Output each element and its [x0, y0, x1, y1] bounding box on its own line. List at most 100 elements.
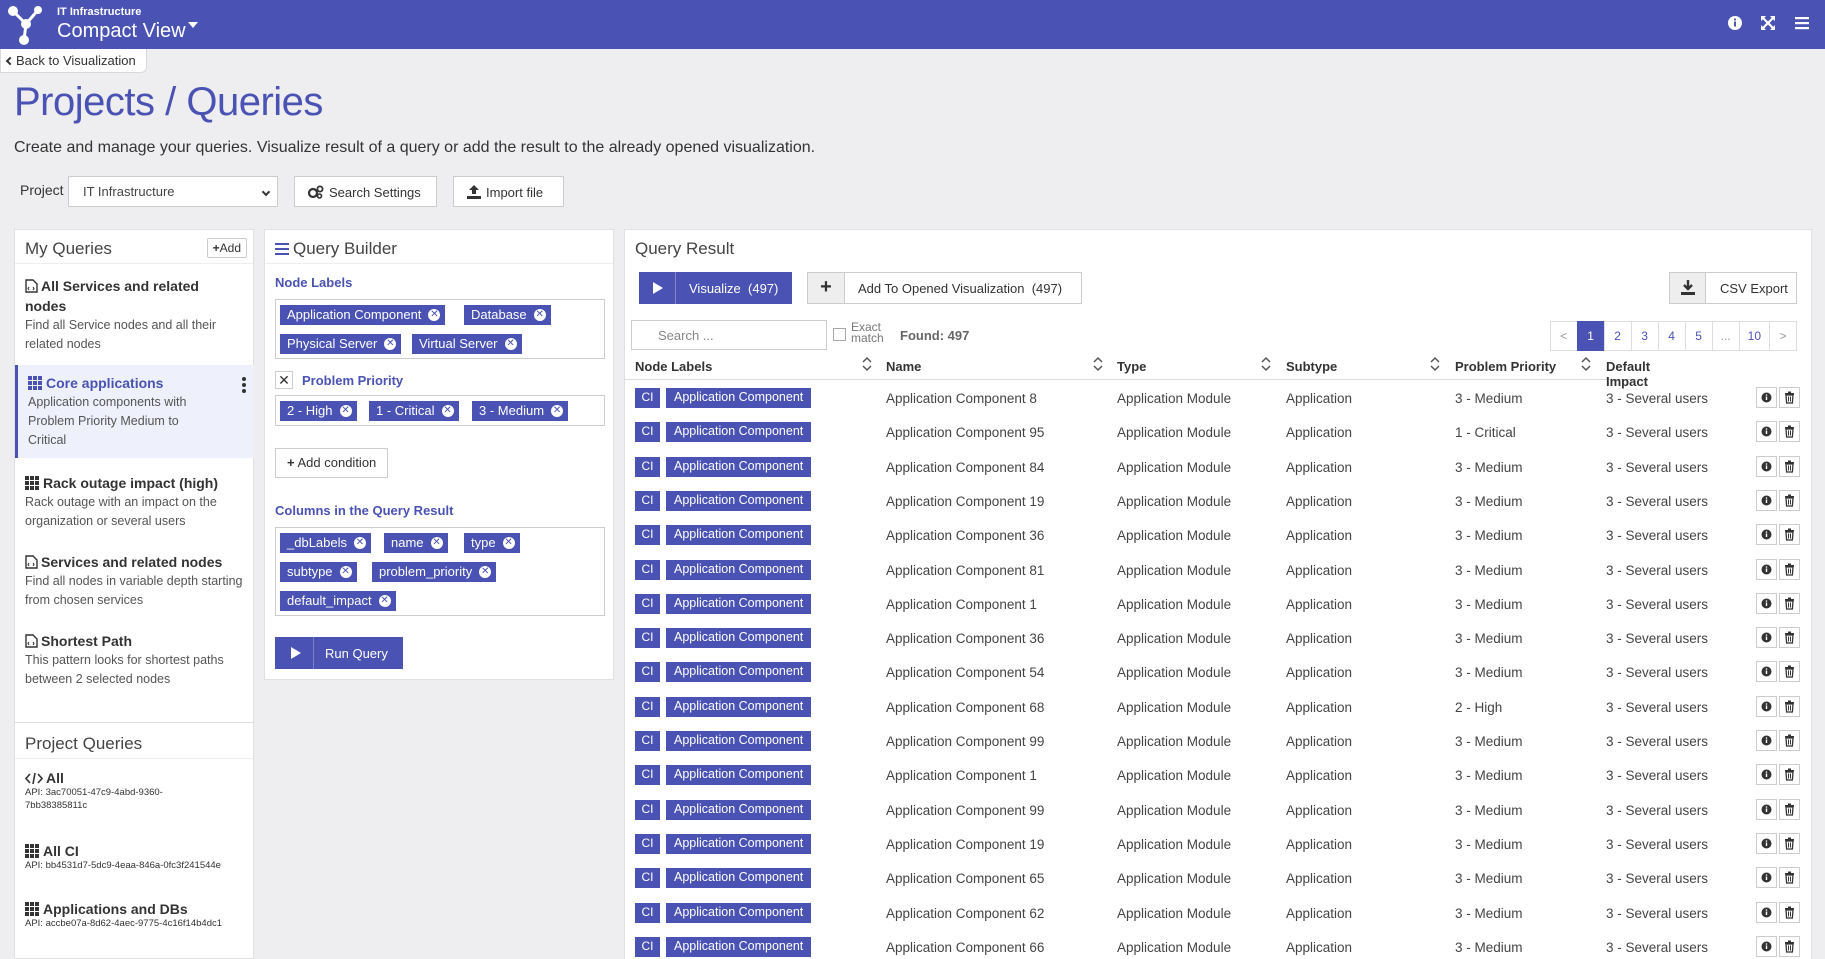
remove-tag-icon[interactable]: ✕ — [430, 537, 443, 549]
visualize-button[interactable]: Visualize (497) — [639, 272, 792, 304]
menu-icon[interactable] — [1791, 12, 1813, 34]
node-label-tag[interactable]: Physical Server ✕ — [280, 334, 402, 354]
table-row[interactable]: CI Application Component Application Compo… — [625, 724, 1800, 758]
sort-icon[interactable] — [1580, 356, 1592, 372]
remove-tag-icon[interactable]: ✕ — [502, 537, 515, 549]
row-delete-button[interactable] — [1779, 524, 1800, 545]
remove-tag-icon[interactable]: ✕ — [504, 338, 517, 350]
table-row[interactable]: CI Application Component Application Compo… — [625, 930, 1800, 959]
remove-tag-icon[interactable]: ✕ — [354, 537, 366, 549]
table-row[interactable]: CI Application Component Application Compo… — [625, 655, 1800, 689]
table-row[interactable]: CI Application Component Application Compo… — [625, 587, 1800, 621]
table-row[interactable]: CI Application Component Application Compo… — [625, 450, 1800, 484]
expand-icon[interactable] — [1757, 12, 1779, 34]
query-item-rack-outage[interactable]: Rack outage impact (high) Rack outage wi… — [15, 473, 254, 531]
row-info-button[interactable] — [1756, 387, 1777, 408]
column-header-subtype[interactable]: Subtype — [1286, 359, 1337, 374]
row-info-button[interactable] — [1756, 421, 1777, 442]
sort-icon[interactable] — [1092, 356, 1104, 372]
row-delete-button[interactable] — [1779, 490, 1800, 511]
more-options-icon[interactable] — [242, 377, 246, 395]
pager-page[interactable]: 2 — [1603, 321, 1632, 351]
info-icon[interactable] — [1724, 12, 1746, 34]
column-header-node-labels[interactable]: Node Labels — [635, 359, 712, 374]
condition-value-tag[interactable]: 1 - Critical ✕ — [369, 401, 459, 421]
table-row[interactable]: CI Application Component Application Compo… — [625, 896, 1800, 930]
pager-page[interactable]: 10 — [1738, 321, 1770, 351]
row-delete-button[interactable] — [1779, 661, 1800, 682]
column-tag[interactable]: _dbLabels ✕ — [280, 533, 371, 553]
row-delete-button[interactable] — [1779, 936, 1800, 957]
pager-page[interactable]: 3 — [1630, 321, 1659, 351]
row-delete-button[interactable] — [1779, 833, 1800, 854]
column-tag[interactable]: default_impact ✕ — [280, 591, 396, 611]
table-row[interactable]: CI Application Component Application Compo… — [625, 690, 1800, 724]
row-info-button[interactable] — [1756, 559, 1777, 580]
result-search-input[interactable] — [631, 320, 827, 350]
pager-page[interactable]: 4 — [1657, 321, 1686, 351]
row-delete-button[interactable] — [1779, 867, 1800, 888]
row-info-button[interactable] — [1756, 627, 1777, 648]
pager-next[interactable]: > — [1769, 321, 1797, 351]
query-item-services-related[interactable]: Services and related nodes Find all node… — [15, 552, 254, 610]
sort-icon[interactable] — [861, 356, 873, 372]
column-tag[interactable]: name ✕ — [384, 533, 448, 553]
column-header-type[interactable]: Type — [1117, 359, 1146, 374]
row-delete-button[interactable] — [1779, 902, 1800, 923]
query-item-shortest-path[interactable]: Shortest Path This pattern looks for sho… — [15, 631, 254, 689]
project-query-applications-dbs[interactable]: Applications and DBs API: accbe07a-8d62-… — [25, 901, 250, 930]
condition-value-tag[interactable]: 2 - High ✕ — [280, 401, 357, 421]
row-delete-button[interactable] — [1779, 764, 1800, 785]
remove-tag-icon[interactable]: ✕ — [339, 405, 352, 417]
project-select[interactable]: IT Infrastructure — [68, 176, 278, 207]
query-item-core-applications[interactable]: Core applications Application components… — [15, 365, 254, 458]
table-row[interactable]: CI Application Component Application Compo… — [625, 793, 1800, 827]
row-info-button[interactable] — [1756, 833, 1777, 854]
row-info-button[interactable] — [1756, 661, 1777, 682]
remove-tag-icon[interactable]: ✕ — [533, 309, 546, 321]
node-label-tag[interactable]: Database ✕ — [464, 305, 551, 325]
search-settings-button[interactable]: Search Settings — [294, 176, 437, 207]
back-to-visualization-link[interactable]: Back to Visualization — [0, 49, 147, 73]
row-info-button[interactable] — [1756, 902, 1777, 923]
column-header-problem-priority[interactable]: Problem Priority — [1455, 359, 1556, 374]
node-label-tag[interactable]: Application Component ✕ — [280, 305, 446, 325]
table-row[interactable]: CI Application Component Application Compo… — [625, 758, 1800, 792]
run-query-button[interactable]: Run Query — [275, 637, 403, 669]
column-tag[interactable]: problem_priority ✕ — [372, 562, 497, 582]
column-tag[interactable]: type ✕ — [464, 533, 520, 553]
remove-tag-icon[interactable]: ✕ — [428, 309, 441, 321]
condition-value-tag[interactable]: 3 - Medium ✕ — [472, 401, 569, 421]
sort-icon[interactable] — [1260, 356, 1272, 372]
remove-tag-icon[interactable]: ✕ — [378, 595, 391, 607]
row-info-button[interactable] — [1756, 456, 1777, 477]
remove-tag-icon[interactable]: ✕ — [479, 566, 492, 578]
view-switcher[interactable]: Compact View — [57, 20, 198, 43]
table-row[interactable]: CI Application Component Application Compo… — [625, 484, 1800, 518]
columns-box[interactable]: _dbLabels ✕ name ✕ type ✕ subtype ✕ problem_… — [275, 527, 605, 616]
import-file-button[interactable]: Import file — [453, 176, 564, 207]
node-label-tag[interactable]: Virtual Server ✕ — [412, 334, 522, 354]
remove-condition-button[interactable]: ✕ — [275, 371, 293, 389]
row-delete-button[interactable] — [1779, 421, 1800, 442]
row-delete-button[interactable] — [1779, 559, 1800, 580]
table-row[interactable]: CI Application Component Application Compo… — [625, 415, 1800, 449]
row-delete-button[interactable] — [1779, 456, 1800, 477]
node-labels-box[interactable]: Application Component ✕ Database ✕ Physica… — [275, 299, 605, 359]
row-info-button[interactable] — [1756, 593, 1777, 614]
remove-tag-icon[interactable]: ✕ — [384, 338, 397, 350]
remove-tag-icon[interactable]: ✕ — [339, 566, 352, 578]
row-delete-button[interactable] — [1779, 730, 1800, 751]
table-row[interactable]: CI Application Component Application Compo… — [625, 861, 1800, 895]
row-info-button[interactable] — [1756, 867, 1777, 888]
row-delete-button[interactable] — [1779, 387, 1800, 408]
row-delete-button[interactable] — [1779, 593, 1800, 614]
condition-values-box[interactable]: 2 - High ✕ 1 - Critical ✕ 3 - Medium ✕ — [275, 395, 605, 426]
add-to-opened-visualization-button[interactable]: + Add To Opened Visualization (497) — [807, 272, 1082, 304]
csv-export-button[interactable]: CSV Export — [1669, 272, 1797, 304]
remove-tag-icon[interactable]: ✕ — [441, 405, 454, 417]
project-query-all-ci[interactable]: All CI API: bb4531d7-5dc9-4eaa-846a-0fc3… — [25, 843, 250, 872]
row-delete-button[interactable] — [1779, 799, 1800, 820]
pager-page[interactable]: 1 — [1576, 321, 1605, 351]
row-info-button[interactable] — [1756, 696, 1777, 717]
